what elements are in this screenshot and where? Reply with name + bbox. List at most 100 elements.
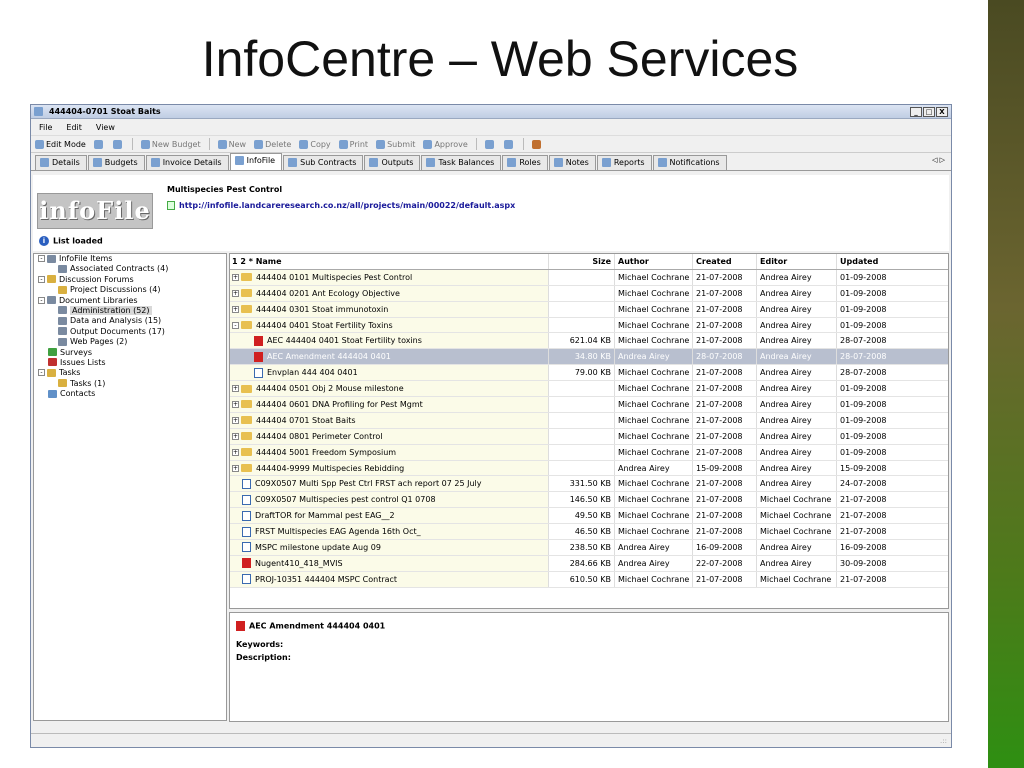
name-cell[interactable]: +444404 0701 Stoat Baits (230, 412, 548, 428)
tab-notes[interactable]: Notes (548, 155, 596, 170)
table-row[interactable]: +444404 0701 Stoat Baits Michael Cochrane… (230, 412, 948, 429)
delete-button[interactable]: Delete (254, 139, 291, 149)
name-cell[interactable]: +444404 0301 Stoat immunotoxin (230, 301, 548, 317)
size-column-header[interactable]: Size (548, 254, 614, 269)
table-row[interactable]: DraftTOR for Mammal pest EAG__2 49.50 KB M… (230, 508, 948, 525)
close-button[interactable]: X (936, 106, 948, 117)
expand-toggle-icon[interactable]: + (232, 464, 239, 472)
menu-edit[interactable]: Edit (66, 123, 82, 132)
tree-item[interactable]: Output Documents (17) (34, 327, 226, 337)
tab-budgets[interactable]: Budgets (87, 155, 145, 170)
table-row[interactable]: MSPC milestone update Aug 09 238.50 KB And… (230, 540, 948, 556)
table-row[interactable]: +444404 0301 Stoat immunotoxin Michael Co… (230, 301, 948, 318)
tree-item[interactable]: Surveys (34, 348, 226, 358)
table-row[interactable]: PROJ-10351 444404 MSPC Contract 610.50 KB… (230, 571, 948, 588)
resize-grip[interactable]: .:: (940, 737, 947, 745)
created-column-header[interactable]: Created (692, 254, 756, 269)
tab-invoice-details[interactable]: Invoice Details (145, 155, 229, 170)
name-cell[interactable]: +444404 0801 Perimeter Control (230, 428, 548, 444)
tab-notifications[interactable]: Notifications (652, 155, 727, 170)
tree-item[interactable]: Contacts (34, 389, 226, 399)
tab-infofile[interactable]: InfoFile (229, 153, 283, 170)
table-row[interactable]: C09X0507 Multi Spp Pest Ctrl FRST ach re… (230, 476, 948, 493)
name-cell[interactable]: PROJ-10351 444404 MSPC Contract (230, 571, 548, 587)
tree-item[interactable]: Associated Contracts (4) (34, 264, 226, 274)
collapse-toggle-icon[interactable]: - (38, 275, 45, 283)
expand-toggle-icon[interactable]: + (232, 416, 239, 424)
table-row[interactable]: Envplan 444 404 0401 79.00 KB Michael Coch… (230, 365, 948, 382)
project-url-link[interactable]: http://infofile.landcareresearch.co.nz/a… (167, 201, 515, 210)
tree-item[interactable]: Administration (52) (34, 305, 226, 316)
tab-roles[interactable]: Roles (502, 155, 548, 170)
name-cell[interactable]: +444404 0201 Ant Ecology Objective (230, 285, 548, 301)
name-cell[interactable]: AEC 444404 0401 Stoat Fertility toxins (230, 333, 548, 349)
tree-item[interactable]: Data and Analysis (15) (34, 316, 226, 326)
name-cell[interactable]: +444404 0601 DNA Profiling for Pest Mgmt (230, 397, 548, 412)
list-icon[interactable] (503, 139, 513, 149)
copy-button[interactable]: Copy (299, 139, 331, 149)
name-cell[interactable]: FRST Multispecies EAG Agenda 16th Oct_ (230, 524, 548, 540)
table-row[interactable]: +444404 0601 DNA Profiling for Pest Mgmt… (230, 397, 948, 413)
refresh-icon[interactable] (112, 139, 122, 149)
table-row[interactable]: +444404-9999 Multispecies Rebidding Andre… (230, 460, 948, 477)
table-row[interactable]: AEC 444404 0401 Stoat Fertility toxins 62… (230, 333, 948, 350)
tab-reports[interactable]: Reports (596, 155, 652, 170)
table-row[interactable]: - 444404 0401 Stoat Fertility Toxins Micha… (230, 317, 948, 334)
minimize-button[interactable]: _ (910, 106, 922, 117)
menu-view[interactable]: View (96, 123, 115, 132)
collapse-toggle-icon[interactable]: - (38, 255, 45, 262)
name-cell[interactable]: +444404 0101 Multispecies Pest Control (230, 269, 548, 285)
expand-toggle-icon[interactable]: + (232, 448, 239, 456)
tree-item[interactable]: Tasks (1) (34, 379, 226, 389)
document-icon[interactable] (484, 139, 494, 149)
table-row[interactable]: +444404 5001 Freedom Symposium Michael Co… (230, 444, 948, 461)
tab-details[interactable]: Details (35, 155, 87, 170)
sort-controls[interactable]: 1 2 * (232, 257, 253, 266)
print-button[interactable]: Print (338, 139, 368, 149)
window-titlebar[interactable]: 444404-0701 Stoat Baits _ □ X (31, 105, 951, 119)
collapse-toggle-icon[interactable]: - (38, 296, 45, 304)
expand-toggle-icon[interactable]: + (232, 305, 239, 313)
menu-file[interactable]: File (39, 123, 52, 132)
name-cell[interactable]: DraftTOR for Mammal pest EAG__2 (230, 508, 548, 524)
user-icon[interactable] (531, 139, 541, 149)
name-cell[interactable]: +444404 5001 Freedom Symposium (230, 444, 548, 460)
tree-item[interactable]: - Discussion Forums (34, 275, 226, 285)
approve-button[interactable]: Approve (423, 139, 468, 149)
table-row[interactable]: +444404 0801 Perimeter Control Michael Co… (230, 428, 948, 445)
submit-button[interactable]: Submit (376, 139, 415, 149)
expand-toggle-icon[interactable]: + (232, 385, 239, 393)
collapse-toggle-icon[interactable]: - (38, 369, 45, 377)
table-row[interactable]: Nugent410_418_MVIS 284.66 KB Andrea Airey 2… (230, 555, 948, 572)
expand-toggle-icon[interactable]: + (232, 273, 239, 281)
new-budget-button[interactable]: New Budget (140, 139, 201, 149)
table-row[interactable]: +444404 0501 Obj 2 Mouse milestone Michae… (230, 381, 948, 398)
tree-item[interactable]: - Document Libraries (34, 296, 226, 306)
name-cell[interactable]: Nugent410_418_MVIS (230, 555, 548, 571)
table-row[interactable]: C09X0507 Multispecies pest control Q1 07… (230, 492, 948, 509)
name-column-header[interactable]: 1 2 * Name (230, 254, 548, 269)
save-icon[interactable] (93, 139, 103, 149)
name-cell[interactable]: +444404-9999 Multispecies Rebidding (230, 460, 548, 476)
tab-scroll-arrows[interactable]: ◁ ▷ (932, 156, 945, 164)
tree-item[interactable]: Project Discussions (4) (34, 285, 226, 295)
name-cell[interactable]: Envplan 444 404 0401 (230, 365, 548, 381)
table-row[interactable]: AEC Amendment 444404 0401 34.80 KB Andrea … (230, 349, 948, 366)
edit-mode-button[interactable]: Edit Mode (35, 139, 86, 149)
tree-item[interactable]: - Tasks (34, 368, 226, 378)
author-column-header[interactable]: Author (614, 254, 692, 269)
editor-column-header[interactable]: Editor (756, 254, 836, 269)
table-row[interactable]: +444404 0201 Ant Ecology Objective Michae… (230, 285, 948, 302)
table-row[interactable]: +444404 0101 Multispecies Pest Control Mi… (230, 269, 948, 286)
tab-task-balances[interactable]: Task Balances (421, 155, 502, 170)
new-button[interactable]: New (217, 139, 246, 149)
tree-item[interactable]: Issues Lists (34, 358, 226, 368)
tab-sub-contracts[interactable]: Sub Contracts (283, 155, 364, 170)
table-row[interactable]: FRST Multispecies EAG Agenda 16th Oct_ 46… (230, 524, 948, 541)
name-cell[interactable]: C09X0507 Multispecies pest control Q1 07… (230, 492, 548, 508)
updated-column-header[interactable]: Updated (836, 254, 916, 269)
name-cell[interactable]: - 444404 0401 Stoat Fertility Toxins (230, 317, 548, 333)
expand-toggle-icon[interactable]: + (232, 400, 239, 408)
name-cell[interactable]: +444404 0501 Obj 2 Mouse milestone (230, 381, 548, 397)
expand-toggle-icon[interactable]: - (232, 321, 239, 329)
